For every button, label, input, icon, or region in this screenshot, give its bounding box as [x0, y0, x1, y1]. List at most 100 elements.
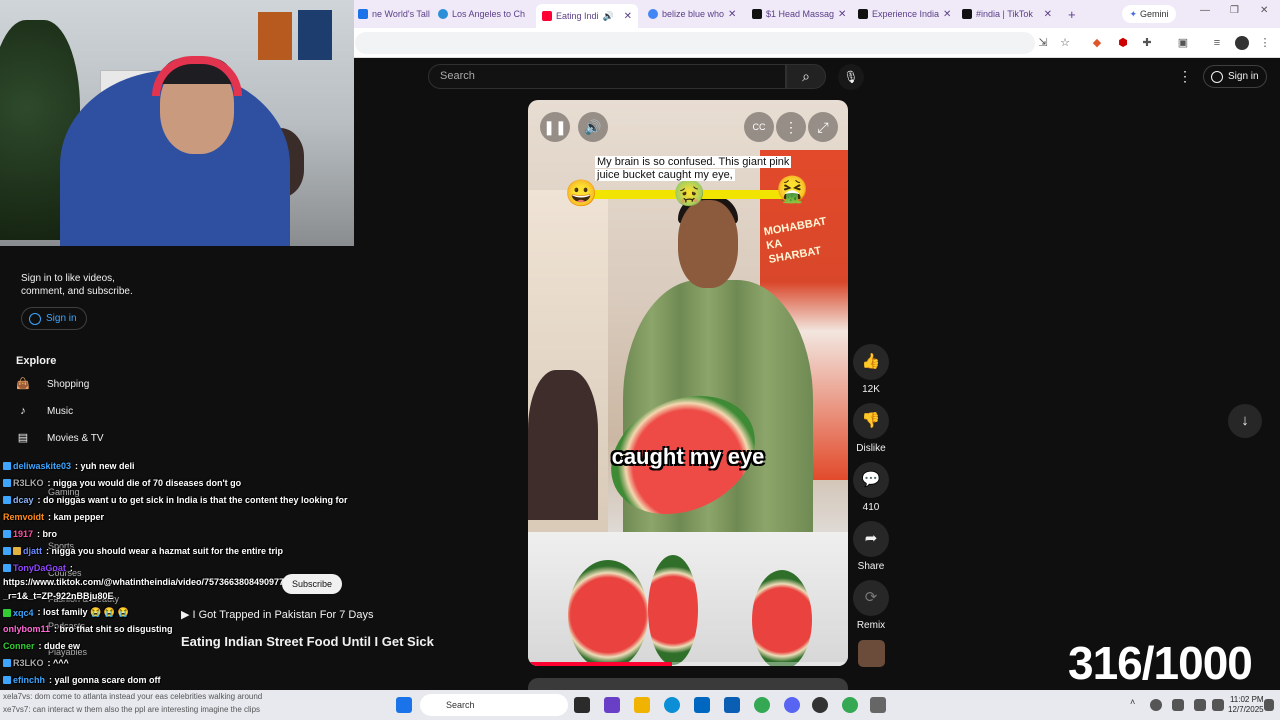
share-button[interactable]: ➦ Share [853, 521, 889, 572]
subscribe-button[interactable]: Subscribe [282, 574, 342, 594]
captions-button[interactable]: CC [744, 112, 774, 142]
volume-icon[interactable] [1212, 699, 1224, 711]
new-tab-button[interactable]: + [1062, 4, 1082, 24]
sidebar-item-shopping[interactable]: 👜 Shopping [16, 378, 89, 390]
video-caption-top: My brain is so confused. This giant pink… [595, 156, 795, 182]
chevron-up-icon[interactable]: ˄ [1130, 697, 1140, 713]
windows-start-icon[interactable] [396, 697, 412, 713]
signin-label: Sign in [46, 313, 77, 324]
clock-time: 11:02 PM [1229, 695, 1264, 704]
sidepanel-icon[interactable]: ▣ [1176, 36, 1190, 50]
shorts-video-player[interactable]: MOHABBAT KA SHARBAT 😀 🤢 🤮 My brain is so… [528, 100, 848, 666]
watermelon-slice [648, 555, 698, 665]
gemini-button[interactable]: ✦ Gemini [1122, 5, 1176, 23]
discord-icon[interactable] [784, 697, 800, 713]
next-video-button[interactable]: ↓ [1228, 404, 1262, 438]
settings-gear-icon[interactable] [870, 697, 886, 713]
pause-button[interactable]: ❚❚ [540, 112, 570, 142]
tab-label: ne World's Talle [372, 9, 430, 19]
tab-5[interactable]: $1 Head Massag ✕ [746, 4, 848, 24]
tab-favicon-icon [358, 9, 368, 19]
tab-close-icon[interactable]: ✕ [1044, 9, 1052, 20]
maximize-button[interactable]: ❐ [1230, 5, 1239, 16]
plus-icon: + [1068, 6, 1076, 22]
browser-menu-icon[interactable]: ⋮ [1258, 36, 1272, 50]
chat-message: Conner: dude ew [3, 641, 80, 651]
edge-icon[interactable] [664, 697, 680, 713]
sidebar-item-label: Music [47, 405, 74, 417]
account-circle-icon [1211, 70, 1223, 83]
chrome-icon[interactable] [842, 697, 858, 713]
video-progress-bar[interactable] [528, 662, 848, 666]
signin-prompt: Sign in to like videos, comment, and sub… [21, 273, 133, 297]
media-control-icon[interactable]: ≡ [1210, 36, 1224, 50]
voice-search-button[interactable]: 🎙 [838, 64, 864, 90]
search-button[interactable]: ⌕ [786, 64, 826, 89]
tab-close-icon[interactable]: ✕ [529, 9, 530, 20]
suggested-video-title: I Got Trapped in Pakistan For 7 Days [192, 609, 374, 621]
tray-icon[interactable] [1150, 699, 1162, 711]
chat-text: : yuh new deli [75, 461, 135, 471]
close-window-button[interactable]: ✕ [1260, 5, 1268, 16]
chat-message: efinchh: yall gonna scare dom off [3, 675, 161, 685]
bookmark-star-icon[interactable]: ☆ [1058, 36, 1072, 50]
speaker-icon[interactable]: 🔊 [603, 11, 614, 22]
tab-1[interactable]: ne World's Talle ✕ [352, 4, 430, 24]
minimize-button[interactable]: — [1200, 5, 1210, 16]
notification-icon[interactable] [1264, 699, 1274, 711]
teams-icon[interactable] [604, 697, 620, 713]
header-signin-button[interactable]: Sign in [1203, 65, 1267, 88]
remix-button[interactable]: ⟳ Remix [853, 580, 889, 631]
install-app-icon[interactable]: ⇲ [1036, 36, 1050, 50]
taskbar-search-label: Search [446, 700, 475, 710]
settings-menu-icon[interactable]: ⋮ [1178, 68, 1192, 85]
adblock-icon[interactable]: ⬢ [1116, 36, 1130, 50]
url-field[interactable] [355, 32, 1035, 54]
outlook-icon[interactable] [724, 697, 740, 713]
extension-icon[interactable]: ◆ [1090, 36, 1104, 50]
suggested-video[interactable]: ▶ I Got Trapped in Pakistan For 7 Days [181, 608, 374, 621]
taskbar-search[interactable]: Search [420, 694, 568, 716]
search-input[interactable]: Search [428, 64, 786, 89]
explore-heading: Explore [16, 355, 57, 367]
chrome-icon[interactable] [754, 697, 770, 713]
extensions-puzzle-icon[interactable]: ✚ [1140, 36, 1154, 50]
tab-close-icon[interactable]: ✕ [943, 9, 951, 20]
comments-button[interactable]: 💬 410 [853, 462, 889, 513]
obs-icon[interactable] [812, 697, 828, 713]
tab-close-icon[interactable]: ✕ [624, 11, 632, 22]
tab-7[interactable]: #india | TikTok ✕ [956, 4, 1058, 24]
tab-close-icon[interactable]: ✕ [838, 9, 846, 20]
tray-icon[interactable] [1172, 699, 1184, 711]
tab-6[interactable]: Experience India ✕ [852, 4, 954, 24]
dislike-button[interactable]: 👎 Dislike [853, 403, 889, 454]
sidebar-item-label: Movies & TV [47, 432, 104, 444]
dislike-label: Dislike [856, 443, 886, 454]
tiktok-favicon-icon [858, 9, 868, 19]
volume-button[interactable]: 🔊 [578, 112, 608, 142]
tab-close-icon[interactable]: ✕ [728, 9, 736, 20]
profile-avatar[interactable] [1235, 36, 1249, 50]
sidebar-item-music[interactable]: ♪ Music [16, 405, 73, 417]
task-view-icon[interactable] [574, 697, 590, 713]
network-icon[interactable] [1194, 699, 1206, 711]
video-progress-fill [528, 662, 672, 666]
tab-3-active[interactable]: Eating Indi 🔊 ✕ [536, 4, 638, 28]
more-options-button[interactable]: ⋮ [776, 112, 806, 142]
file-explorer-icon[interactable] [634, 697, 650, 713]
sidebar-item-movies[interactable]: ▤ Movies & TV [16, 432, 104, 444]
tab-2[interactable]: Los Angeles to Ch ✕ [432, 4, 530, 24]
fullscreen-button[interactable]: ⤢ [808, 112, 838, 142]
tab-label: Eating Indi [556, 11, 599, 21]
like-button[interactable]: 👍 12K [853, 344, 889, 395]
chat-username: dcay [13, 495, 34, 505]
chat-text: : lost family 😭 😭 😭 [37, 607, 129, 617]
channel-avatar[interactable] [858, 640, 885, 667]
chat-link[interactable]: https://www.tiktok.com/@whatintheindia/v… [3, 577, 294, 587]
sidebar-signin-button[interactable]: Sign in [21, 307, 87, 330]
tab-4[interactable]: belize blue who ✕ [642, 4, 742, 24]
store-icon[interactable] [694, 697, 710, 713]
system-clock[interactable]: 11:02 PM 12/7/2025 [1228, 695, 1264, 715]
watermelon-slice [752, 570, 812, 666]
account-circle-icon [29, 312, 41, 325]
